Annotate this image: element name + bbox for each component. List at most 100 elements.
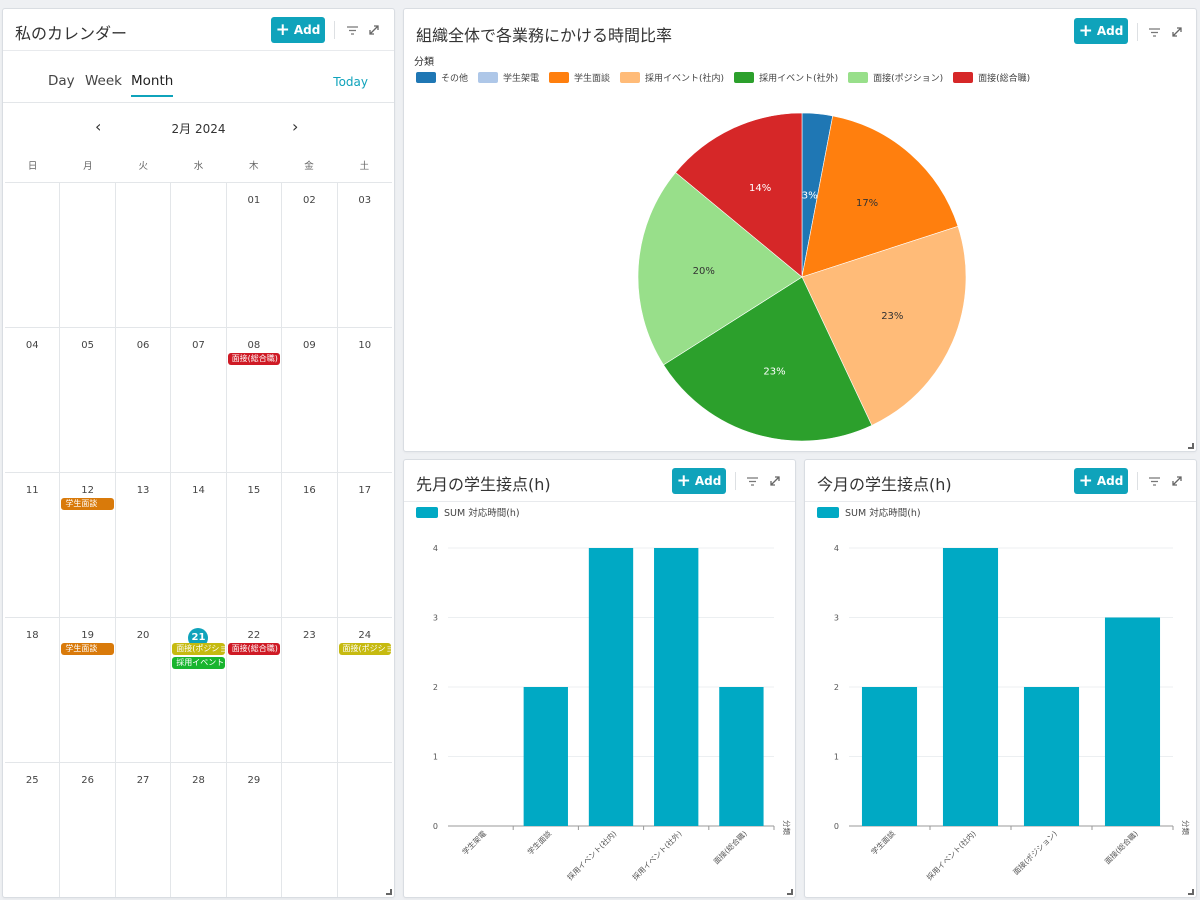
calendar-event[interactable]: 学生面談 [61, 643, 114, 655]
weekday-header-row: 日月火水木金土 [5, 149, 392, 183]
calendar-day-cell[interactable]: 20 [116, 618, 172, 762]
weekday-label: 月 [83, 161, 93, 172]
calendar-empty-cell [60, 183, 116, 327]
calendar-day-cell[interactable]: 06 [116, 328, 172, 472]
tab-day[interactable]: Day [48, 73, 75, 89]
calendar-day-cell[interactable]: 26 [60, 763, 116, 897]
day-number: 14 [192, 485, 205, 496]
today-button[interactable]: Today [333, 75, 368, 89]
resize-handle[interactable] [386, 889, 392, 895]
bar [861, 687, 918, 826]
legend-label: SUM 対応時間(h) [845, 507, 921, 519]
calendar-event[interactable]: 面接(ポジション) [172, 643, 225, 655]
calendar-day-cell[interactable]: 24 面接(ポジション) [338, 618, 392, 762]
calendar-day-cell[interactable]: 02 [282, 183, 338, 327]
calendar-event[interactable]: 面接(総合職) [227, 353, 281, 365]
bar [523, 687, 568, 826]
calendar-event[interactable]: 面接(総合職) [227, 643, 281, 655]
calendar-day-cell[interactable]: 15 [227, 473, 283, 617]
pie-slice-label: 17% [856, 198, 878, 209]
calendar-day-cell[interactable]: 18 [5, 618, 61, 762]
calendar-week-row: 11 12 学生面談 13 14 15 16 17 [5, 473, 392, 618]
x-axis-label: 分類 [782, 820, 792, 835]
day-number: 23 [302, 630, 316, 641]
pie-chart-widget: 組織全体で各業務にかける時間比率 + Add 分類 その他 学生架電 学生面談 採用イ… [403, 8, 1197, 452]
calendar-empty-cell [5, 183, 61, 327]
calendar-day-cell[interactable]: 19 学生面談 [60, 618, 116, 762]
calendar-day-cell[interactable]: 29 [227, 763, 283, 897]
expand-icon[interactable] [366, 21, 382, 39]
filter-icon[interactable] [344, 21, 360, 39]
header-divider [334, 21, 335, 39]
month-label: 2月 2024 [171, 122, 226, 136]
calendar-week-row: 1819学生面談2021面接(ポジション)採用イベント(社外)22面接(総合職)… [5, 618, 392, 763]
calendar-header: 私のカレンダー + Add [3, 9, 394, 51]
calendar-week-row: 04 05 06 07 08 面接(総合職) 09 10 [5, 328, 392, 473]
last-month-bar-chart: SUM 対応時間(h) 0 1 2 3 4 学生架電 学生面談 採用イベント(社内) 採用イベント… [416, 507, 792, 882]
calendar-day-cell[interactable]: 09 [282, 328, 338, 472]
resize-handle[interactable] [1188, 889, 1194, 895]
calendar-event[interactable]: 学生面談 [61, 498, 114, 510]
x-tick-label: 採用イベント(社外) [630, 828, 684, 882]
calendar-add-button[interactable]: + Add [271, 17, 325, 43]
calendar-day-cell[interactable]: 10 [338, 328, 392, 472]
weekday-label: 金 [304, 161, 314, 172]
day-number: 06 [136, 340, 150, 351]
calendar-month-grid: 01 02 03 04 05 06 07 08 面接(総合職) 09 10 11 12 学生面談 13 14 1… [5, 183, 392, 897]
calendar-day-cell[interactable]: 01 [227, 183, 283, 327]
calendar-day-cell[interactable]: 27 [116, 763, 172, 897]
y-tick-label: 0 [433, 822, 438, 831]
calendar-event[interactable]: 面接(ポジション) [338, 643, 391, 655]
day-number: 18 [25, 630, 39, 641]
calendar-event[interactable]: 採用イベント(社外) [172, 657, 225, 669]
y-tick-label: 3 [834, 614, 839, 623]
bar [942, 548, 999, 826]
calendar-day-cell[interactable]: 28 [171, 763, 227, 897]
day-number: 17 [358, 485, 372, 496]
calendar-day-cell[interactable]: 21面接(ポジション)採用イベント(社外) [171, 618, 227, 762]
calendar-day-cell[interactable]: 08 面接(総合職) [227, 328, 283, 472]
calendar-day-cell[interactable]: 22 面接(総合職) [227, 618, 283, 762]
bar [1023, 687, 1080, 826]
bar [719, 687, 764, 826]
weekday-label: 火 [138, 161, 148, 172]
day-number: 01 [247, 195, 261, 206]
day-number: 13 [136, 485, 150, 496]
calendar-day-cell[interactable]: 25 [5, 763, 61, 897]
tab-week[interactable]: Week [85, 73, 122, 89]
day-number: 05 [81, 340, 94, 351]
day-number: 19 [81, 630, 94, 641]
day-number: 09 [302, 340, 316, 351]
calendar-week-row: 25 26 27 28 29 [5, 763, 392, 897]
bar [588, 548, 634, 826]
calendar-day-cell[interactable]: 07 [171, 328, 227, 472]
day-number: 11 [25, 485, 39, 496]
calendar-day-cell[interactable]: 23 [282, 618, 338, 762]
x-tick-label: 面接(総合職) [711, 828, 749, 866]
add-button-label: Add [293, 23, 321, 37]
calendar-day-cell[interactable]: 03 [338, 183, 392, 327]
calendar-day-cell[interactable]: 13 [116, 473, 172, 617]
calendar-week-row: 01 02 03 [5, 183, 392, 328]
calendar-day-cell[interactable]: 17 [338, 473, 392, 617]
x-axis-label: 分類 [1181, 820, 1191, 835]
calendar-widget: 私のカレンダー + Add Day Week Month Today ‹ 2月 … [2, 8, 395, 898]
y-tick-label: 2 [834, 683, 839, 692]
resize-handle[interactable] [787, 889, 793, 895]
next-month-icon[interactable]: › [292, 117, 298, 136]
pie-slice-label: 20% [693, 266, 715, 277]
day-number: 28 [192, 775, 205, 786]
calendar-empty-cell [338, 763, 392, 897]
calendar-day-cell[interactable]: 14 [171, 473, 227, 617]
calendar-day-cell[interactable]: 16 [282, 473, 338, 617]
legend-swatch [817, 507, 839, 518]
calendar-day-cell[interactable]: 12 学生面談 [60, 473, 116, 617]
day-number: 07 [192, 340, 205, 351]
calendar-day-cell[interactable]: 11 [5, 473, 61, 617]
tab-month[interactable]: Month [131, 73, 174, 97]
y-tick-label: 2 [433, 683, 438, 692]
resize-handle[interactable] [1188, 443, 1194, 449]
calendar-day-cell[interactable]: 05 [60, 328, 116, 472]
day-number: 27 [136, 775, 150, 786]
calendar-day-cell[interactable]: 04 [5, 328, 61, 472]
